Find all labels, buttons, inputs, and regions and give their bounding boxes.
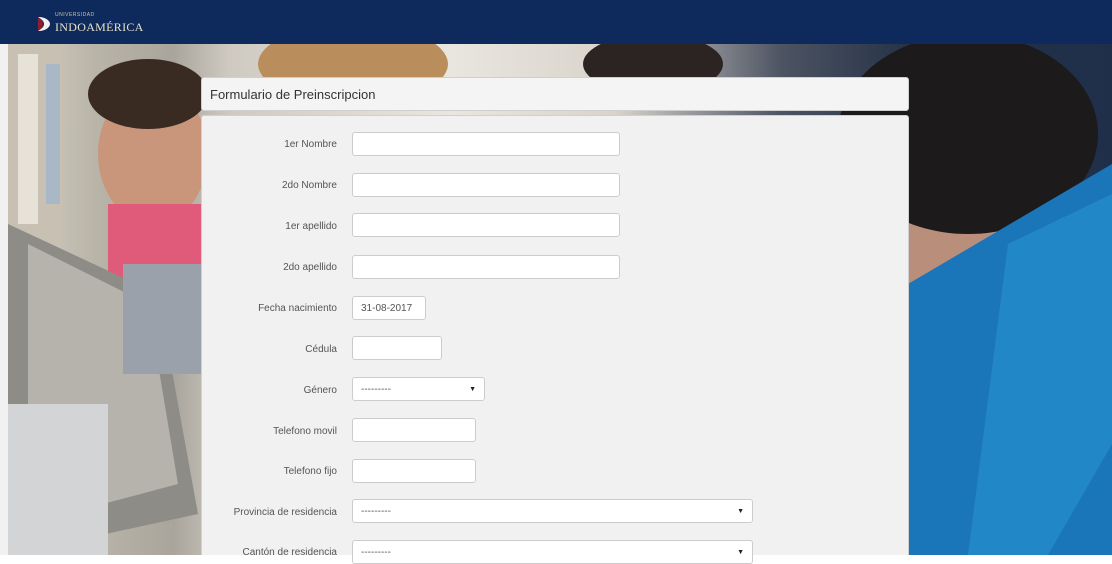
logo-text: UNIVERSIDAD INDOAMÉRICA: [55, 13, 144, 35]
label-telefono-fijo: Telefono fijo: [283, 466, 337, 477]
provincia-selected-value: ---------: [361, 505, 391, 517]
chevron-down-icon: ▼: [469, 385, 476, 393]
label-segundo-apellido: 2do apellido: [283, 262, 337, 273]
label-cedula: Cédula: [305, 344, 337, 355]
telefono-fijo-input[interactable]: [352, 459, 476, 483]
canton-selected-value: ---------: [361, 546, 391, 558]
chevron-down-icon: ▼: [737, 507, 744, 515]
segundo-nombre-input[interactable]: [352, 173, 620, 197]
logo-name: INDOAMÉRICA: [55, 20, 144, 34]
label-canton: Cantón de residencia: [242, 547, 337, 558]
fecha-nacimiento-input[interactable]: 31-08-2017: [352, 296, 426, 320]
chevron-down-icon: ▼: [737, 548, 744, 556]
logo-emblem-icon: [38, 17, 50, 31]
label-genero: Género: [303, 385, 337, 396]
university-logo[interactable]: UNIVERSIDAD INDOAMÉRICA: [37, 13, 144, 35]
label-telefono-movil: Telefono movil: [273, 426, 337, 437]
logo-subtitle: UNIVERSIDAD: [55, 12, 95, 18]
cedula-input[interactable]: [352, 336, 442, 360]
genero-selected-value: ---------: [361, 383, 391, 395]
primer-apellido-input[interactable]: [352, 213, 620, 237]
form-header-panel: Formulario de Preinscripcion: [201, 77, 909, 111]
label-provincia: Provincia de residencia: [233, 507, 337, 518]
label-segundo-nombre: 2do Nombre: [281, 180, 337, 191]
primer-nombre-input[interactable]: [352, 132, 620, 156]
label-primer-apellido: 1er apellido: [285, 221, 337, 232]
telefono-movil-input[interactable]: [352, 418, 476, 442]
label-primer-nombre: 1er Nombre: [284, 139, 337, 150]
form-title: Formulario de Preinscripcion: [210, 87, 376, 102]
segundo-apellido-input[interactable]: [352, 255, 620, 279]
page-margin: [0, 44, 8, 555]
genero-select[interactable]: --------- ▼: [352, 377, 485, 401]
canton-select[interactable]: --------- ▼: [352, 540, 753, 564]
provincia-select[interactable]: --------- ▼: [352, 499, 753, 523]
top-navbar: UNIVERSIDAD INDOAMÉRICA: [0, 0, 1112, 45]
label-fecha-nacimiento: Fecha nacimiento: [258, 303, 337, 314]
